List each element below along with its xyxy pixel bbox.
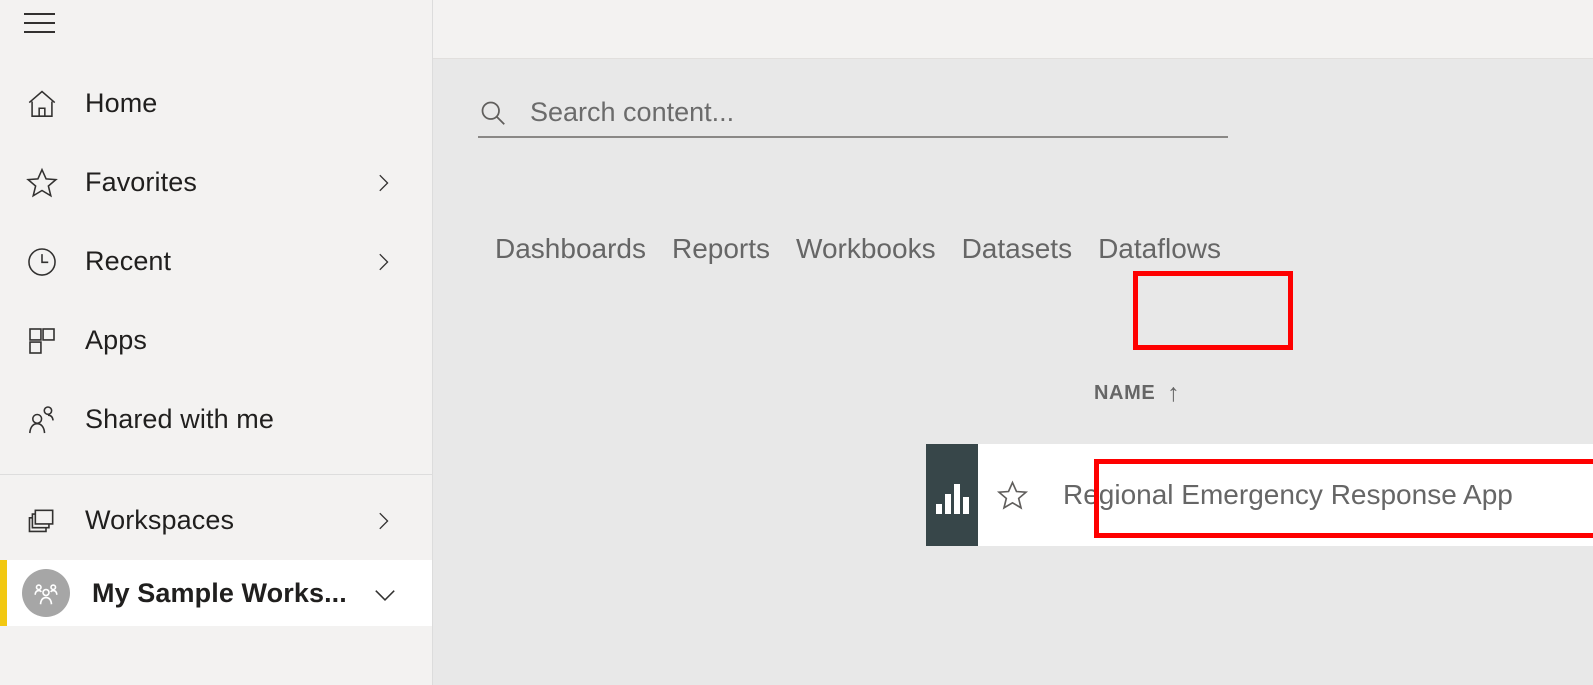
bar: [953, 484, 960, 514]
sidebar-item-label: Favorites: [85, 167, 197, 197]
left-navigation-sidebar: Home Favorites Recent Apps Shared with m…: [0, 0, 433, 685]
sidebar-item-home[interactable]: Home: [0, 64, 432, 143]
hamburger-line: [24, 31, 55, 33]
sidebar-item-label: Shared with me: [85, 404, 274, 434]
tab-workbooks[interactable]: Workbooks: [783, 225, 949, 273]
sidebar-nav-list: Home Favorites Recent Apps Shared with m…: [0, 64, 432, 459]
selected-accent-bar: [0, 560, 7, 626]
sidebar-item-apps[interactable]: Apps: [0, 301, 432, 380]
shared-people-icon: [22, 400, 62, 440]
sidebar-item-workspaces[interactable]: Workspaces: [0, 481, 432, 560]
column-header-name[interactable]: NAME ↑: [1094, 381, 1180, 406]
tab-reports[interactable]: Reports: [659, 225, 783, 273]
tab-datasets[interactable]: Datasets: [949, 225, 1086, 273]
chevron-right-icon[interactable]: [372, 510, 394, 532]
bar: [944, 494, 951, 514]
sidebar-item-label: Apps: [85, 325, 147, 355]
sidebar-item-label: My Sample Works...: [92, 577, 347, 608]
stacked-windows-icon: [22, 501, 62, 541]
sidebar-item-label: Home: [85, 88, 158, 118]
group-people-icon: [22, 569, 70, 617]
search-icon: [478, 98, 508, 128]
sidebar-divider: [0, 474, 433, 475]
content-type-tabs: Dashboards Reports Workbooks Datasets Da…: [495, 225, 1234, 273]
sidebar-item-my-sample-workspace[interactable]: My Sample Works...: [0, 560, 432, 626]
chevron-right-icon[interactable]: [372, 251, 394, 273]
tab-dataflows[interactable]: Dataflows: [1085, 225, 1234, 273]
power-bi-workspace-page: Home Favorites Recent Apps Shared with m…: [0, 0, 1593, 685]
sort-ascending-icon: ↑: [1167, 379, 1181, 407]
bar-chart-bars: [935, 482, 969, 514]
workspace-content: Dashboards Reports Workbooks Datasets Da…: [433, 60, 1593, 685]
workspaces-section: Workspaces My Sample Works...: [0, 481, 432, 626]
column-header-label: NAME: [1094, 382, 1156, 404]
hamburger-menu-icon[interactable]: [24, 10, 56, 36]
bar: [935, 504, 942, 514]
clock-icon: [22, 242, 62, 282]
table-row[interactable]: Regional Emergency Response App: [926, 444, 1593, 546]
home-icon: [22, 84, 62, 124]
highlight-box-reports-tab: [1133, 271, 1293, 350]
bar: [962, 497, 969, 514]
app-top-bar: [433, 0, 1593, 59]
hamburger-line: [24, 13, 55, 15]
bar-chart-report-icon: [926, 444, 978, 546]
sidebar-item-shared-with-me[interactable]: Shared with me: [0, 380, 432, 459]
favorite-star-icon[interactable]: [978, 479, 1046, 512]
sidebar-item-label: Workspaces: [85, 505, 235, 535]
sidebar-item-favorites[interactable]: Favorites: [0, 143, 432, 222]
apps-grid-icon: [22, 321, 62, 361]
sidebar-item-recent[interactable]: Recent: [0, 222, 432, 301]
main-content-area: Dashboards Reports Workbooks Datasets Da…: [433, 0, 1593, 685]
search-input[interactable]: [530, 97, 1170, 128]
report-name-link[interactable]: Regional Emergency Response App: [1063, 479, 1513, 511]
hamburger-line: [24, 22, 55, 24]
sidebar-item-label: Recent: [85, 246, 172, 276]
tab-dashboards[interactable]: Dashboards: [495, 225, 659, 273]
search-bar[interactable]: [478, 97, 1228, 138]
chevron-down-icon[interactable]: [372, 582, 395, 604]
chevron-right-icon[interactable]: [372, 172, 394, 194]
star-icon: [22, 163, 62, 203]
